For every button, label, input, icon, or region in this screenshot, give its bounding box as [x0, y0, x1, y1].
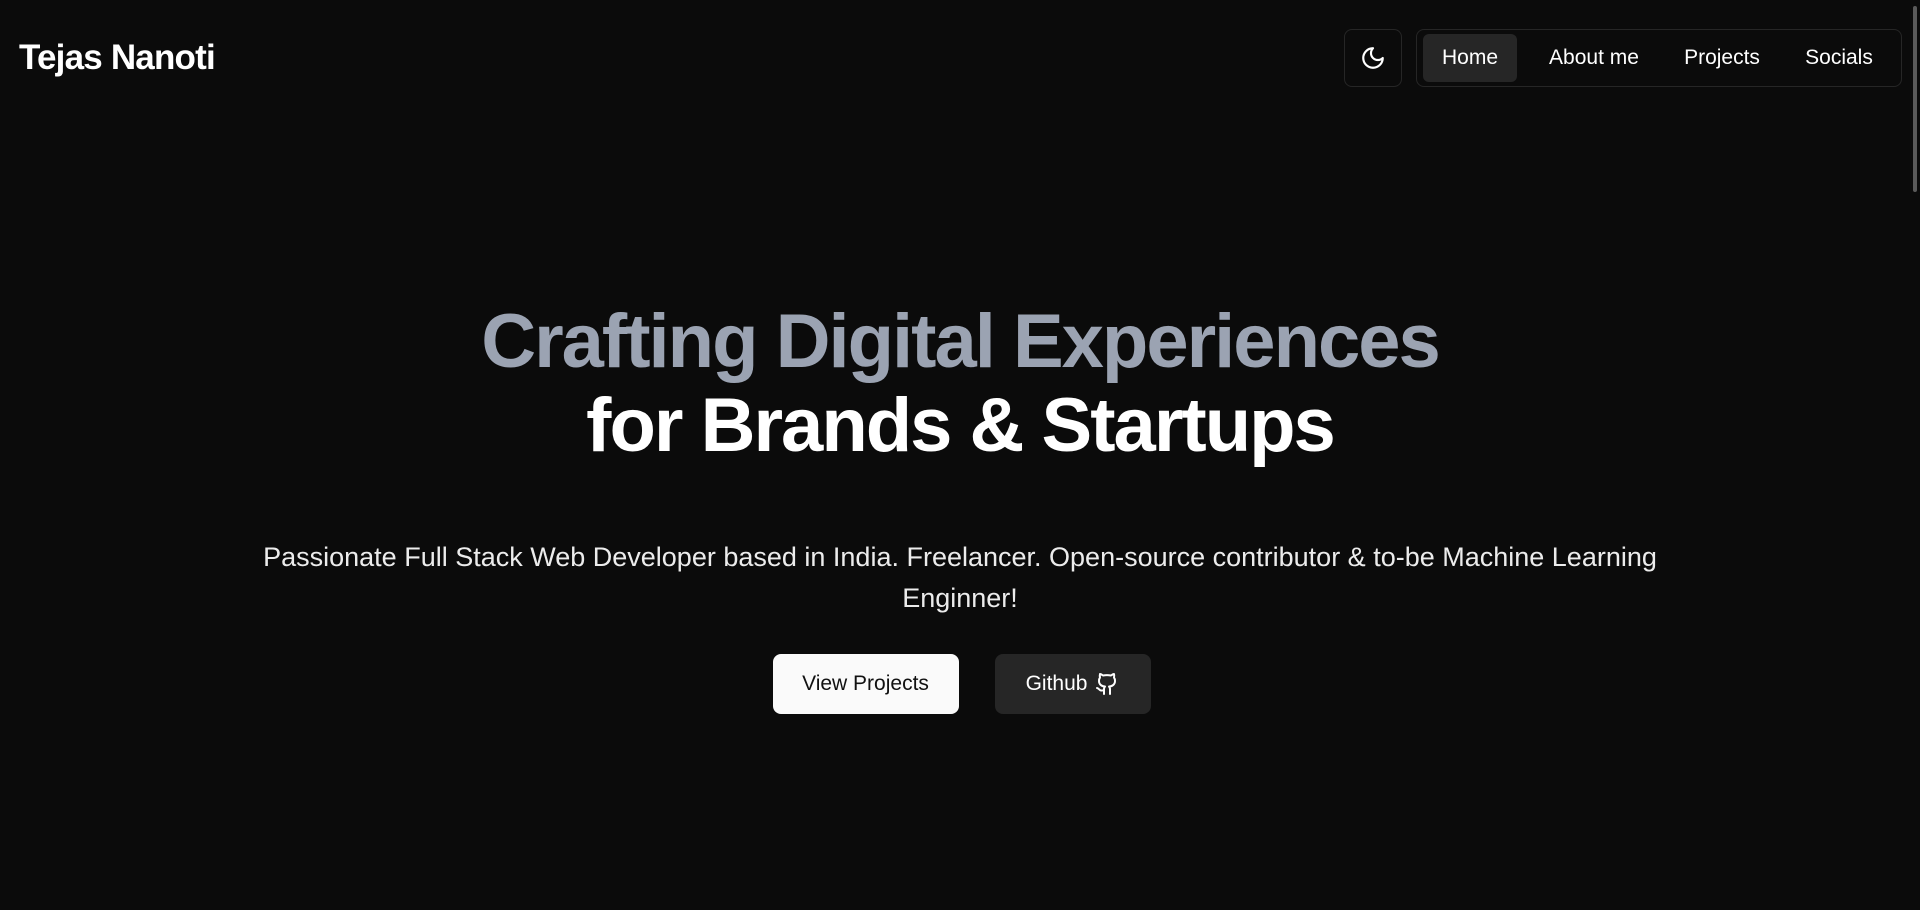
hero-heading: Crafting Digital Experiences for Brands …	[0, 300, 1920, 468]
nav-item-socials[interactable]: Socials	[1779, 34, 1899, 82]
github-icon	[1096, 673, 1117, 695]
theme-toggle-button[interactable]	[1344, 29, 1402, 87]
github-button-label: Github	[1025, 672, 1088, 695]
main-navigation: Home About me Projects Socials	[1416, 29, 1902, 87]
hero-subtitle: Passionate Full Stack Web Developer base…	[263, 542, 1657, 613]
hero-headline-line-2: for Brands & Startups	[586, 383, 1336, 468]
nav-item-about-me[interactable]: About me	[1523, 34, 1665, 82]
view-projects-button[interactable]: View Projects	[772, 654, 959, 714]
scrollbar-thumb[interactable]	[1913, 6, 1917, 192]
hero-actions: View Projects Github	[0, 654, 1920, 714]
site-brand[interactable]: Tejas Nanoti	[19, 37, 216, 79]
nav-item-projects[interactable]: Projects	[1665, 34, 1779, 82]
nav-item-home[interactable]: Home	[1423, 34, 1517, 82]
page-scrollbar[interactable]	[1906, 0, 1920, 910]
moon-icon	[1360, 45, 1386, 71]
site-header: Tejas Nanoti Home About me Projects Soci…	[0, 0, 1920, 118]
hero-headline-line-1: Crafting Digital Experiences	[481, 299, 1441, 384]
github-button[interactable]: Github	[994, 654, 1151, 714]
